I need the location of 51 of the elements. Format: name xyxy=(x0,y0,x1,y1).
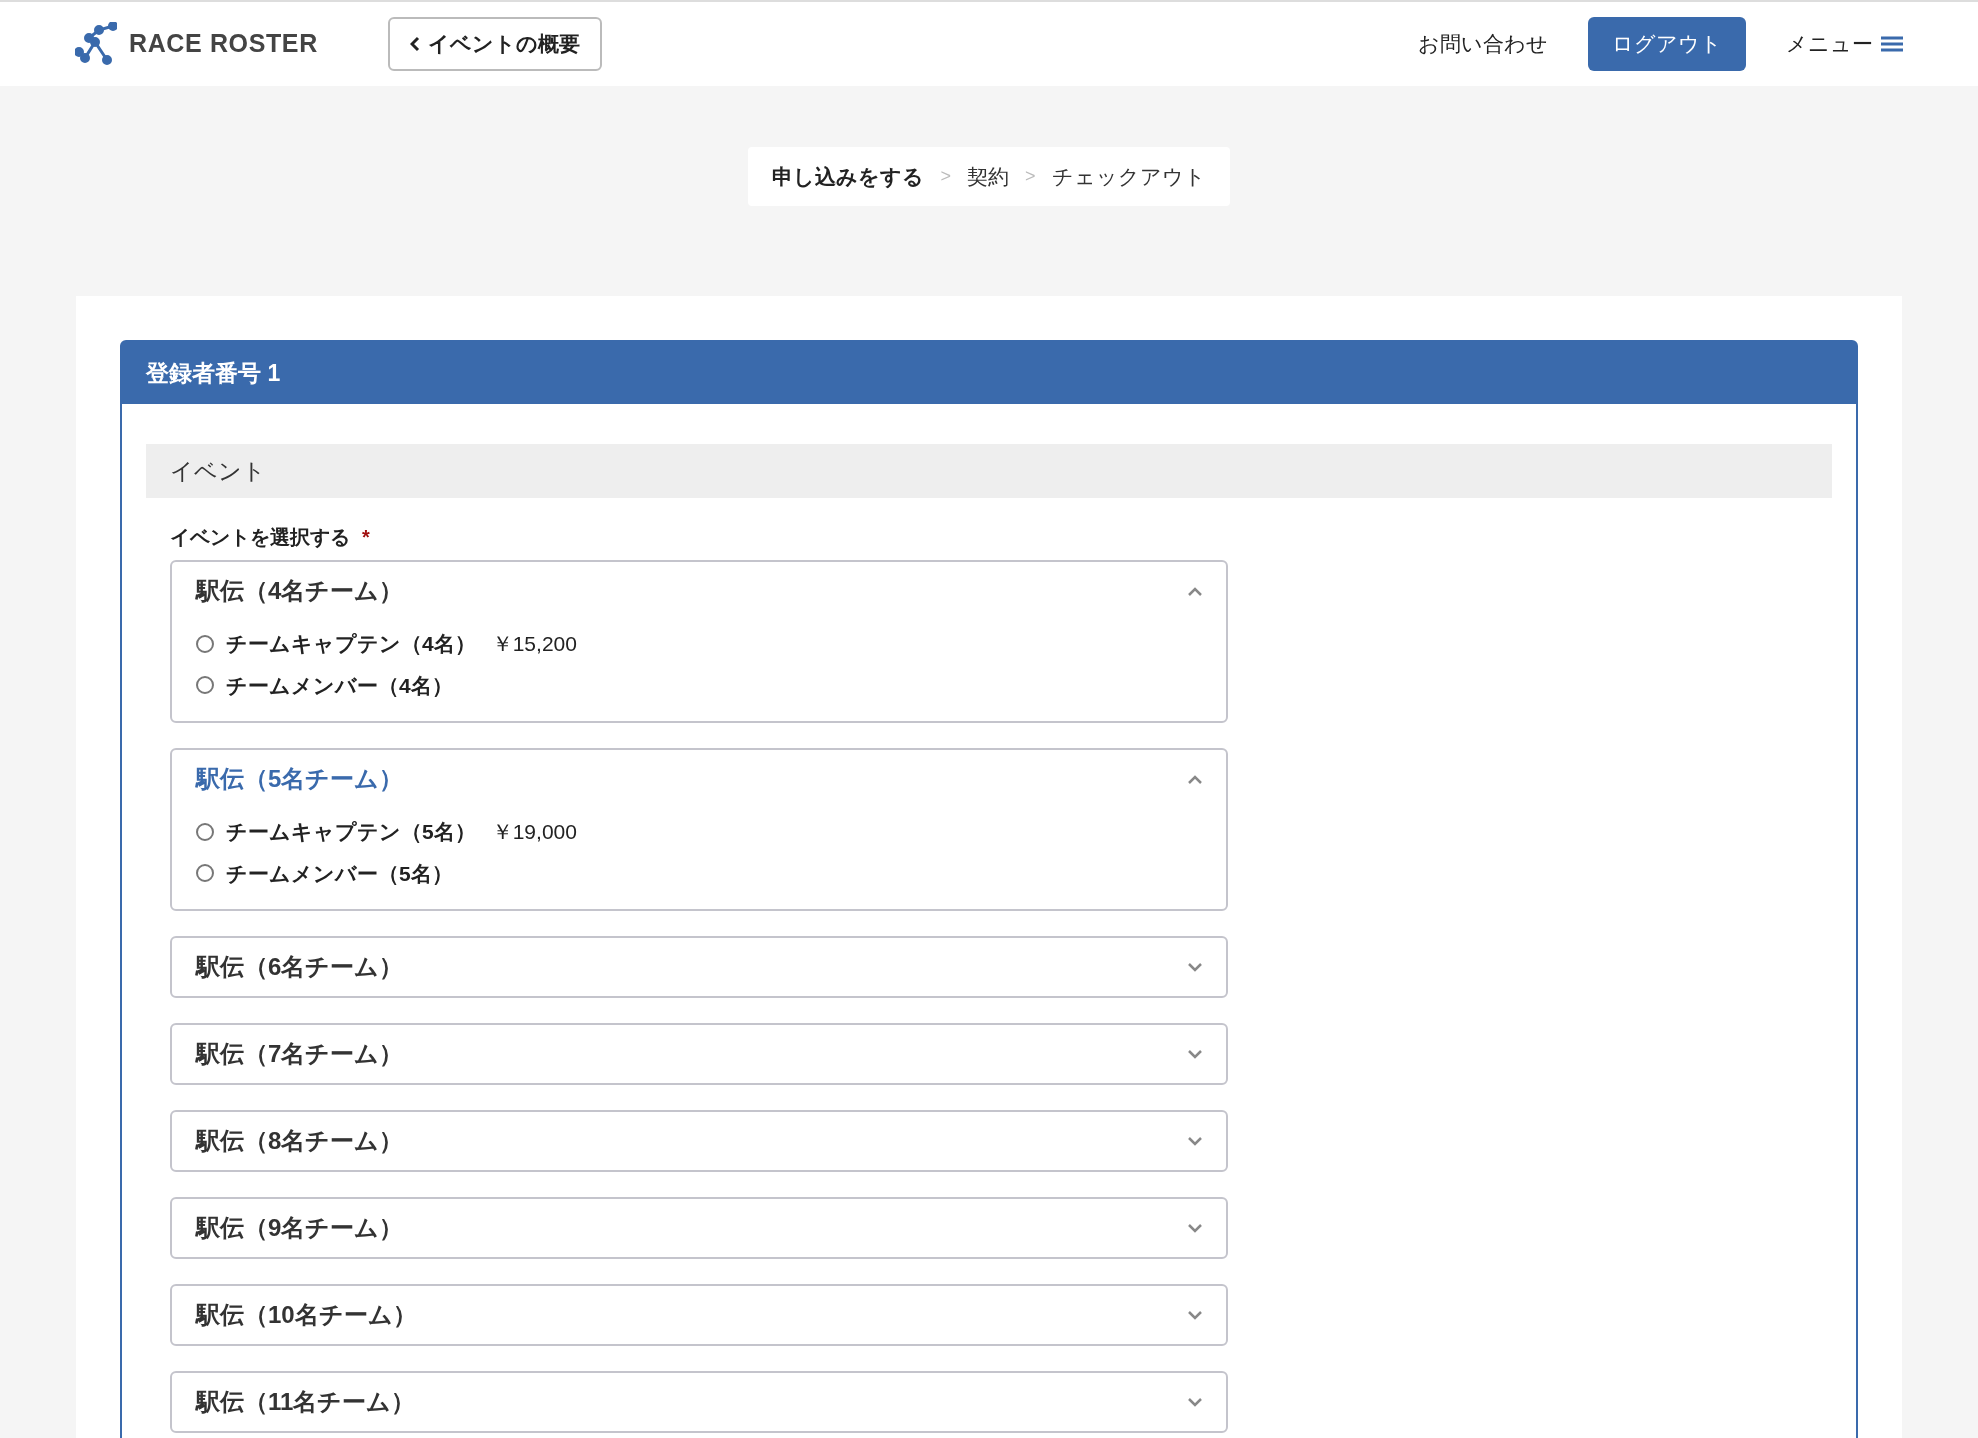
event-accordion[interactable]: 駅伝（5名チーム） チームキャプテン（5名） ￥19,000 チームメンバー（5名） xyxy=(170,748,1228,911)
breadcrumb-step: 契約 xyxy=(967,160,1009,193)
event-accordion[interactable]: 駅伝（8名チーム） xyxy=(170,1110,1228,1172)
event-title: 駅伝（11名チーム） xyxy=(196,1387,416,1417)
logout-button[interactable]: ログアウト xyxy=(1588,17,1746,71)
event-accordion[interactable]: 駅伝（9名チーム） xyxy=(170,1197,1228,1259)
event-accordion[interactable]: 駅伝（10名チーム） xyxy=(170,1284,1228,1346)
option-label: チームメンバー（4名） xyxy=(226,672,453,699)
option-price: ￥19,000 xyxy=(491,819,577,845)
section-heading: イベント xyxy=(170,456,266,486)
logo-text: RACE ROSTER xyxy=(129,28,318,60)
option-label: チームキャプテン（4名） xyxy=(226,631,476,657)
breadcrumb-separator: > xyxy=(940,165,951,188)
event-title: 駅伝（10名チーム） xyxy=(196,1300,417,1330)
option-price: ￥15,200 xyxy=(491,631,577,657)
menu-button[interactable]: メニュー xyxy=(1786,28,1903,60)
event-accordion[interactable]: 駅伝（6名チーム） xyxy=(170,936,1228,998)
event-title: 駅伝（9名チーム） xyxy=(196,1213,404,1243)
required-mark: * xyxy=(362,525,370,550)
menu-icon xyxy=(1881,36,1903,52)
chevron-left-icon xyxy=(410,36,420,52)
radio-button[interactable] xyxy=(196,864,214,883)
event-accordion[interactable]: 駅伝（11名チーム） xyxy=(170,1371,1228,1433)
chevron-up-icon xyxy=(1188,774,1202,784)
field-label: イベントを選択する xyxy=(170,525,350,550)
logo-icon xyxy=(75,22,117,66)
back-button[interactable]: イベントの概要 xyxy=(388,17,602,71)
chevron-down-icon xyxy=(1188,1223,1202,1233)
option-label: チームキャプテン（5名） xyxy=(226,819,476,845)
chevron-down-icon xyxy=(1188,1397,1202,1407)
event-accordion[interactable]: 駅伝（4名チーム） チームキャプテン（4名） ￥15,200 チームメンバー（4名） xyxy=(170,560,1228,723)
event-title: 駅伝（8名チーム） xyxy=(196,1126,404,1156)
chevron-down-icon xyxy=(1188,1136,1202,1146)
contact-link[interactable]: お問い合わせ xyxy=(1418,28,1548,60)
radio-button[interactable] xyxy=(196,676,214,695)
radio-button[interactable] xyxy=(196,822,214,841)
chevron-up-icon xyxy=(1188,586,1202,596)
breadcrumb-step: チェックアウト xyxy=(1051,160,1206,193)
event-title: 駅伝（7名チーム） xyxy=(196,1039,404,1069)
breadcrumb-separator: > xyxy=(1025,165,1036,188)
event-accordion[interactable]: 駅伝（7名チーム） xyxy=(170,1023,1228,1085)
panel-title: 登録者番号 1 xyxy=(146,358,281,388)
chevron-down-icon xyxy=(1188,1049,1202,1059)
option-label: チームメンバー（5名） xyxy=(226,860,453,887)
chevron-down-icon xyxy=(1188,1310,1202,1320)
radio-button[interactable] xyxy=(196,634,214,653)
event-title: 駅伝（4名チーム） xyxy=(196,576,404,606)
breadcrumb-step: 申し込みをする xyxy=(772,160,925,193)
event-title: 駅伝（6名チーム） xyxy=(196,952,404,982)
event-title: 駅伝（5名チーム） xyxy=(196,764,404,794)
chevron-down-icon xyxy=(1188,962,1202,972)
